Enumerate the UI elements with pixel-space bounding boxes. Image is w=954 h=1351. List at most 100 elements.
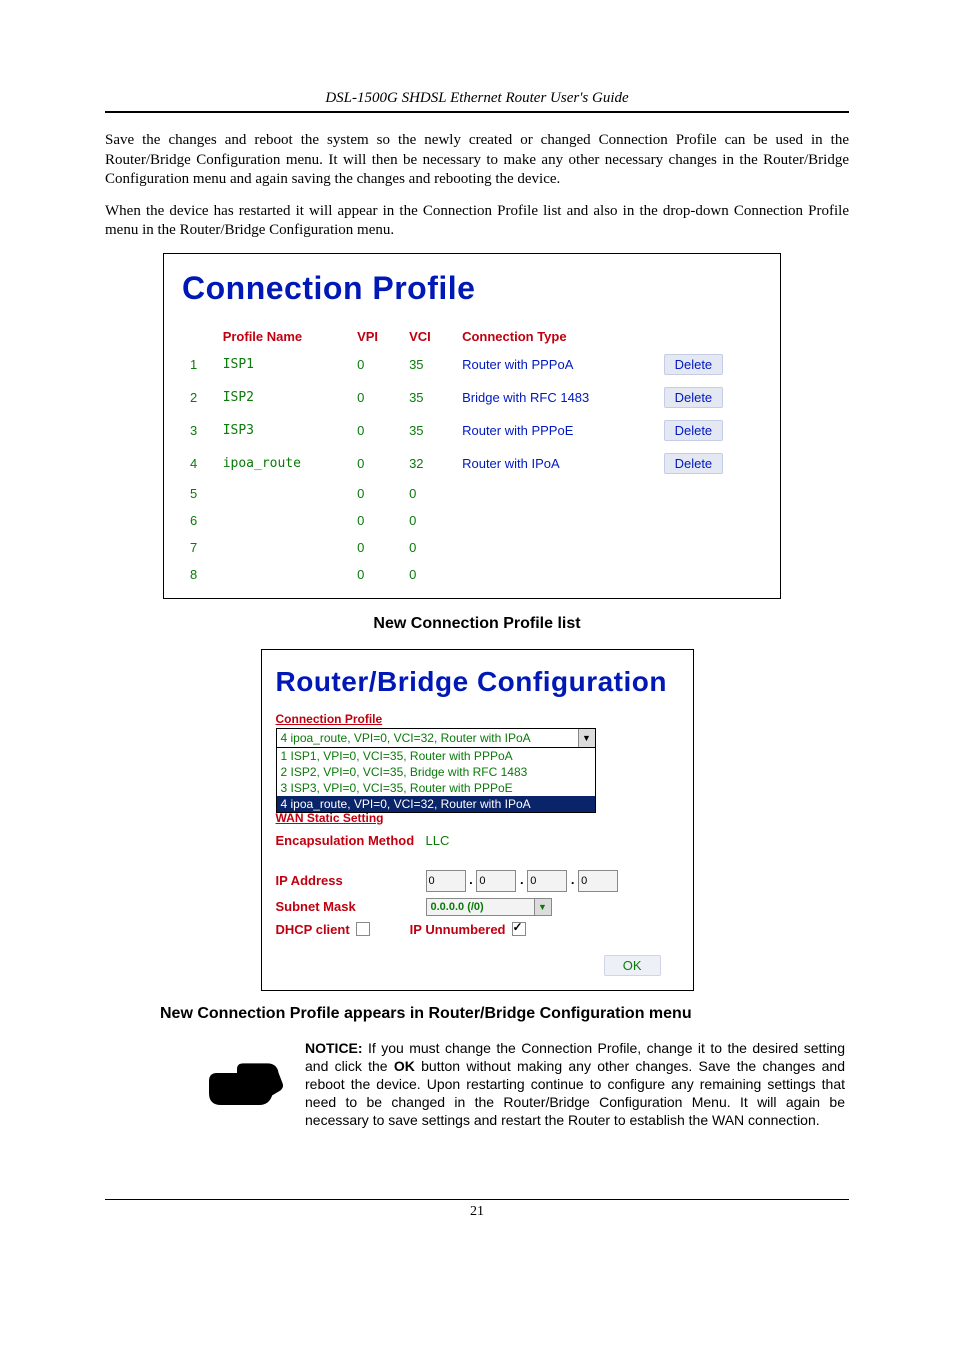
figure2-caption: New Connection Profile appears in Router… xyxy=(160,1005,849,1023)
ip-unnumbered-checkbox[interactable] xyxy=(512,922,526,936)
ip-octet-2[interactable] xyxy=(476,870,516,892)
vpi-value: 0 xyxy=(349,414,401,447)
profile-name xyxy=(215,480,349,507)
connection-type: Router with PPPoE xyxy=(454,414,655,447)
vci-value: 32 xyxy=(401,447,454,480)
dropdown-option[interactable]: 2 ISP2, VPI=0, VCI=35, Bridge with RFC 1… xyxy=(277,764,595,780)
table-row: 1 ISP1 0 35 Router with PPPoA Delete xyxy=(182,348,762,381)
vpi-value: 0 xyxy=(349,507,401,534)
vci-value: 35 xyxy=(401,414,454,447)
connection-profile-link[interactable]: Connection Profile xyxy=(276,712,383,726)
footer-rule xyxy=(105,1199,849,1200)
ok-button[interactable]: OK xyxy=(604,955,661,976)
profile-name: ISP3 xyxy=(215,414,349,447)
dot: . xyxy=(571,872,575,887)
row-index: 1 xyxy=(182,348,215,381)
connection-type: Bridge with RFC 1483 xyxy=(454,381,655,414)
figure1-caption: New Connection Profile list xyxy=(105,615,849,633)
vci-value: 0 xyxy=(401,507,454,534)
vpi-value: 0 xyxy=(349,480,401,507)
connection-profile-panel: Connection Profile Profile Name VPI VCI … xyxy=(163,253,781,599)
profile-name: ISP2 xyxy=(215,381,349,414)
col-vci: VCI xyxy=(401,325,454,348)
ip-address-label: IP Address xyxy=(276,873,426,888)
notice-label: NOTICE: xyxy=(305,1040,363,1056)
page-number: 21 xyxy=(105,1204,849,1220)
ip-octet-1[interactable] xyxy=(426,870,466,892)
router-bridge-title: Router/Bridge Configuration xyxy=(276,666,681,698)
row-index: 6 xyxy=(182,507,215,534)
table-row: 5 0 0 xyxy=(182,480,762,507)
table-row: 8 0 0 xyxy=(182,561,762,588)
connection-type xyxy=(454,507,655,534)
vci-value: 0 xyxy=(401,534,454,561)
dot: . xyxy=(469,872,473,887)
ok-bold: OK xyxy=(394,1058,415,1074)
router-bridge-panel: Router/Bridge Configuration Connection P… xyxy=(261,649,694,991)
dropdown-option[interactable]: 3 ISP3, VPI=0, VCI=35, Router with PPPoE xyxy=(277,780,595,796)
delete-button[interactable]: Delete xyxy=(664,354,724,375)
connection-type: Router with IPoA xyxy=(454,447,655,480)
delete-button[interactable]: Delete xyxy=(664,387,724,408)
col-profile-name: Profile Name xyxy=(215,325,349,348)
dropdown-selected: 4 ipoa_route, VPI=0, VCI=32, Router with… xyxy=(281,731,531,745)
dropdown-option-selected[interactable]: 4 ipoa_route, VPI=0, VCI=32, Router with… xyxy=(277,796,595,812)
delete-button[interactable]: Delete xyxy=(664,420,724,441)
table-row: 3 ISP3 0 35 Router with PPPoE Delete xyxy=(182,414,762,447)
encapsulation-label: Encapsulation Method xyxy=(276,833,426,848)
profile-name xyxy=(215,561,349,588)
subnet-mask-value: 0.0.0.0 (/0) xyxy=(431,901,484,913)
vpi-value: 0 xyxy=(349,348,401,381)
dhcp-client-checkbox[interactable] xyxy=(356,922,370,936)
doc-header: DSL-1500G SHDSL Ethernet Router User's G… xyxy=(105,90,849,107)
delete-button[interactable]: Delete xyxy=(664,453,724,474)
wan-static-setting-link[interactable]: WAN Static Setting xyxy=(276,811,681,825)
table-header-row: Profile Name VPI VCI Connection Type xyxy=(182,325,762,348)
notice-text: NOTICE: If you must change the Connectio… xyxy=(305,1039,849,1130)
connection-type xyxy=(454,480,655,507)
dhcp-client-label: DHCP client xyxy=(276,922,350,937)
row-index: 4 xyxy=(182,447,215,480)
vci-value: 35 xyxy=(401,381,454,414)
chevron-down-icon: ▼ xyxy=(578,729,595,747)
profile-name xyxy=(215,534,349,561)
row-index: 8 xyxy=(182,561,215,588)
vci-value: 0 xyxy=(401,480,454,507)
header-rule xyxy=(105,111,849,113)
profile-name: ipoa_route xyxy=(215,447,349,480)
connection-profile-dropdown[interactable]: 4 ipoa_route, VPI=0, VCI=32, Router with… xyxy=(276,728,596,748)
table-row: 4 ipoa_route 0 32 Router with IPoA Delet… xyxy=(182,447,762,480)
profiles-table: Profile Name VPI VCI Connection Type 1 I… xyxy=(182,325,762,588)
subnet-mask-label: Subnet Mask xyxy=(276,899,426,914)
table-row: 2 ISP2 0 35 Bridge with RFC 1483 Delete xyxy=(182,381,762,414)
vpi-value: 0 xyxy=(349,561,401,588)
profile-name xyxy=(215,507,349,534)
col-connection-type: Connection Type xyxy=(454,325,655,348)
ip-unnumbered-label: IP Unnumbered xyxy=(410,922,506,937)
profile-name: ISP1 xyxy=(215,348,349,381)
vpi-value: 0 xyxy=(349,534,401,561)
connection-profile-options[interactable]: 1 ISP1, VPI=0, VCI=35, Router with PPPoA… xyxy=(276,748,596,813)
connection-profile-title: Connection Profile xyxy=(182,270,762,307)
vci-value: 35 xyxy=(401,348,454,381)
row-index: 3 xyxy=(182,414,215,447)
ip-octet-4[interactable] xyxy=(578,870,618,892)
vci-value: 0 xyxy=(401,561,454,588)
subnet-mask-dropdown[interactable]: 0.0.0.0 (/0) ▼ xyxy=(426,898,552,916)
dropdown-option[interactable]: 1 ISP1, VPI=0, VCI=35, Router with PPPoA xyxy=(277,748,595,764)
col-vpi: VPI xyxy=(349,325,401,348)
ip-octet-3[interactable] xyxy=(527,870,567,892)
table-row: 6 0 0 xyxy=(182,507,762,534)
pointing-hand-icon xyxy=(205,1057,285,1117)
row-index: 5 xyxy=(182,480,215,507)
vpi-value: 0 xyxy=(349,447,401,480)
row-index: 2 xyxy=(182,381,215,414)
vpi-value: 0 xyxy=(349,381,401,414)
row-index: 7 xyxy=(182,534,215,561)
paragraph-2: When the device has restarted it will ap… xyxy=(105,202,849,241)
connection-type xyxy=(454,534,655,561)
table-row: 7 0 0 xyxy=(182,534,762,561)
connection-type xyxy=(454,561,655,588)
dot: . xyxy=(520,872,524,887)
encapsulation-value: LLC xyxy=(426,833,450,848)
